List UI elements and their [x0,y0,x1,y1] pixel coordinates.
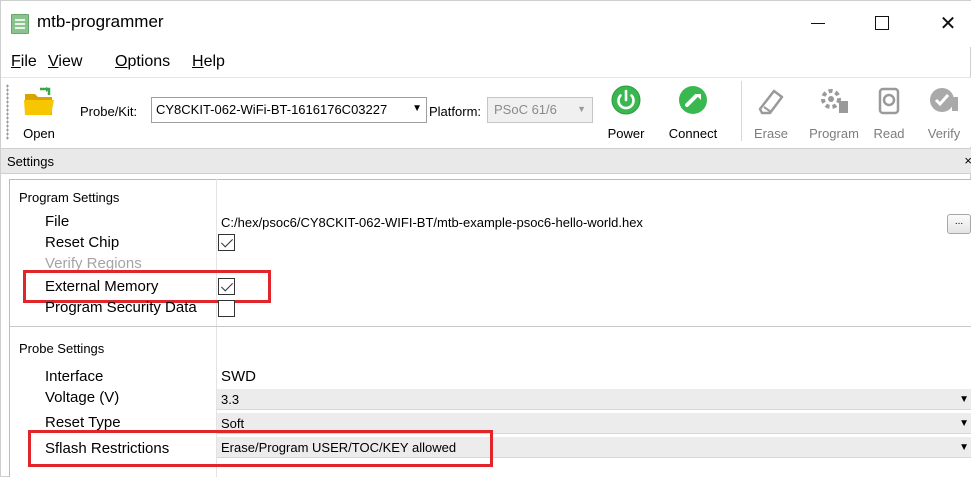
probe-kit-value: CY8CKIT-062-WiFi-BT-1616176C03227 [156,102,388,117]
maximize-button[interactable] [859,5,905,41]
menu-file-mnemonic: F [11,53,21,70]
connect-label: Connect [668,126,718,141]
open-label: Open [23,126,55,141]
platform-value: PSoC 61/6 [494,102,557,117]
reset-type-label: Reset Type [45,414,121,431]
open-button[interactable]: Open [9,81,69,143]
erase-button[interactable]: Erase [741,81,801,143]
program-button[interactable]: Program [804,81,864,143]
probe-settings-title: Probe Settings [19,341,105,356]
chevron-down-icon: ▼ [959,394,969,405]
menu-file-rest: ile [20,53,37,70]
platform-label: Platform: [429,104,482,119]
platform-select[interactable]: PSoC 61/6 ▼ [487,97,593,123]
chevron-down-icon: ▼ [577,104,586,114]
settings-close-icon[interactable]: × [964,153,971,168]
program-settings-title: Program Settings [19,190,120,205]
power-icon [609,85,643,119]
reset-chip-checkbox[interactable] [218,234,235,251]
menu-view[interactable]: View [48,53,82,71]
menu-help-mnemonic: H [192,53,204,70]
power-label: Power [607,126,645,141]
menu-view-rest: iew [58,53,83,70]
menu-file[interactable]: File [11,53,37,71]
file-label: File [45,213,70,230]
maximize-icon [875,16,889,30]
menu-help[interactable]: Help [192,53,225,71]
erase-icon [754,85,788,119]
interface-label: Interface [45,368,104,385]
connect-button[interactable]: Connect [663,81,723,143]
close-icon: ✕ [939,11,957,35]
window-title: mtb-programmer [37,12,164,31]
menu-options-rest: ptions [127,53,171,70]
power-button[interactable]: Power [596,81,656,143]
program-security-label: Program Security Data [45,299,197,316]
read-button[interactable]: Read [859,81,919,143]
verify-button[interactable]: Verify [916,81,971,143]
minimize-button[interactable] [795,5,841,41]
voltage-value: 3.3 [221,392,240,407]
voltage-select[interactable]: 3.3 ▼ [217,388,971,410]
title-bar: mtb-programmer ✕ [1,1,971,47]
probe-kit-label: Probe/Kit: [80,104,138,119]
folder-icon [22,85,56,119]
menu-view-mnemonic: V [48,53,59,70]
file-path-value: C:/hex/psoc6/CY8CKIT-062-WIFI-BT/mtb-exa… [221,215,643,230]
menu-options[interactable]: Options [115,53,170,71]
chevron-down-icon: ▼ [959,418,969,429]
highlight-sflash-restrictions [28,430,493,467]
settings-title: Settings [7,154,54,169]
erase-label: Erase [754,126,788,141]
app-icon [11,14,29,34]
verify-label: Verify [927,126,961,141]
reset-chip-label: Reset Chip [45,234,120,251]
menu-help-rest: elp [203,53,225,70]
program-security-checkbox[interactable] [218,300,235,317]
probe-kit-select[interactable]: CY8CKIT-062-WiFi-BT-1616176C03227 ▼ [151,97,427,123]
minimize-icon [811,22,825,24]
group-separator [10,326,971,327]
reset-type-value: Soft [221,416,245,431]
program-label: Program [809,126,859,141]
menu-options-mnemonic: O [115,53,128,70]
app-window: mtb-programmer ✕ File View Options Help … [0,0,971,477]
interface-value: SWD [221,368,256,385]
read-label: Read [873,126,905,141]
chevron-down-icon: ▼ [959,442,969,453]
verify-icon [927,85,961,119]
read-icon [872,85,906,119]
chevron-down-icon: ▼ [412,103,422,114]
browse-button[interactable]: ... [947,214,971,234]
program-icon [817,85,851,119]
menu-bar: File View Options Help [1,51,971,75]
close-button[interactable]: ✕ [925,5,971,41]
connect-icon [676,85,710,119]
settings-header: Settings × [1,148,971,174]
voltage-label: Voltage (V) [45,389,120,406]
